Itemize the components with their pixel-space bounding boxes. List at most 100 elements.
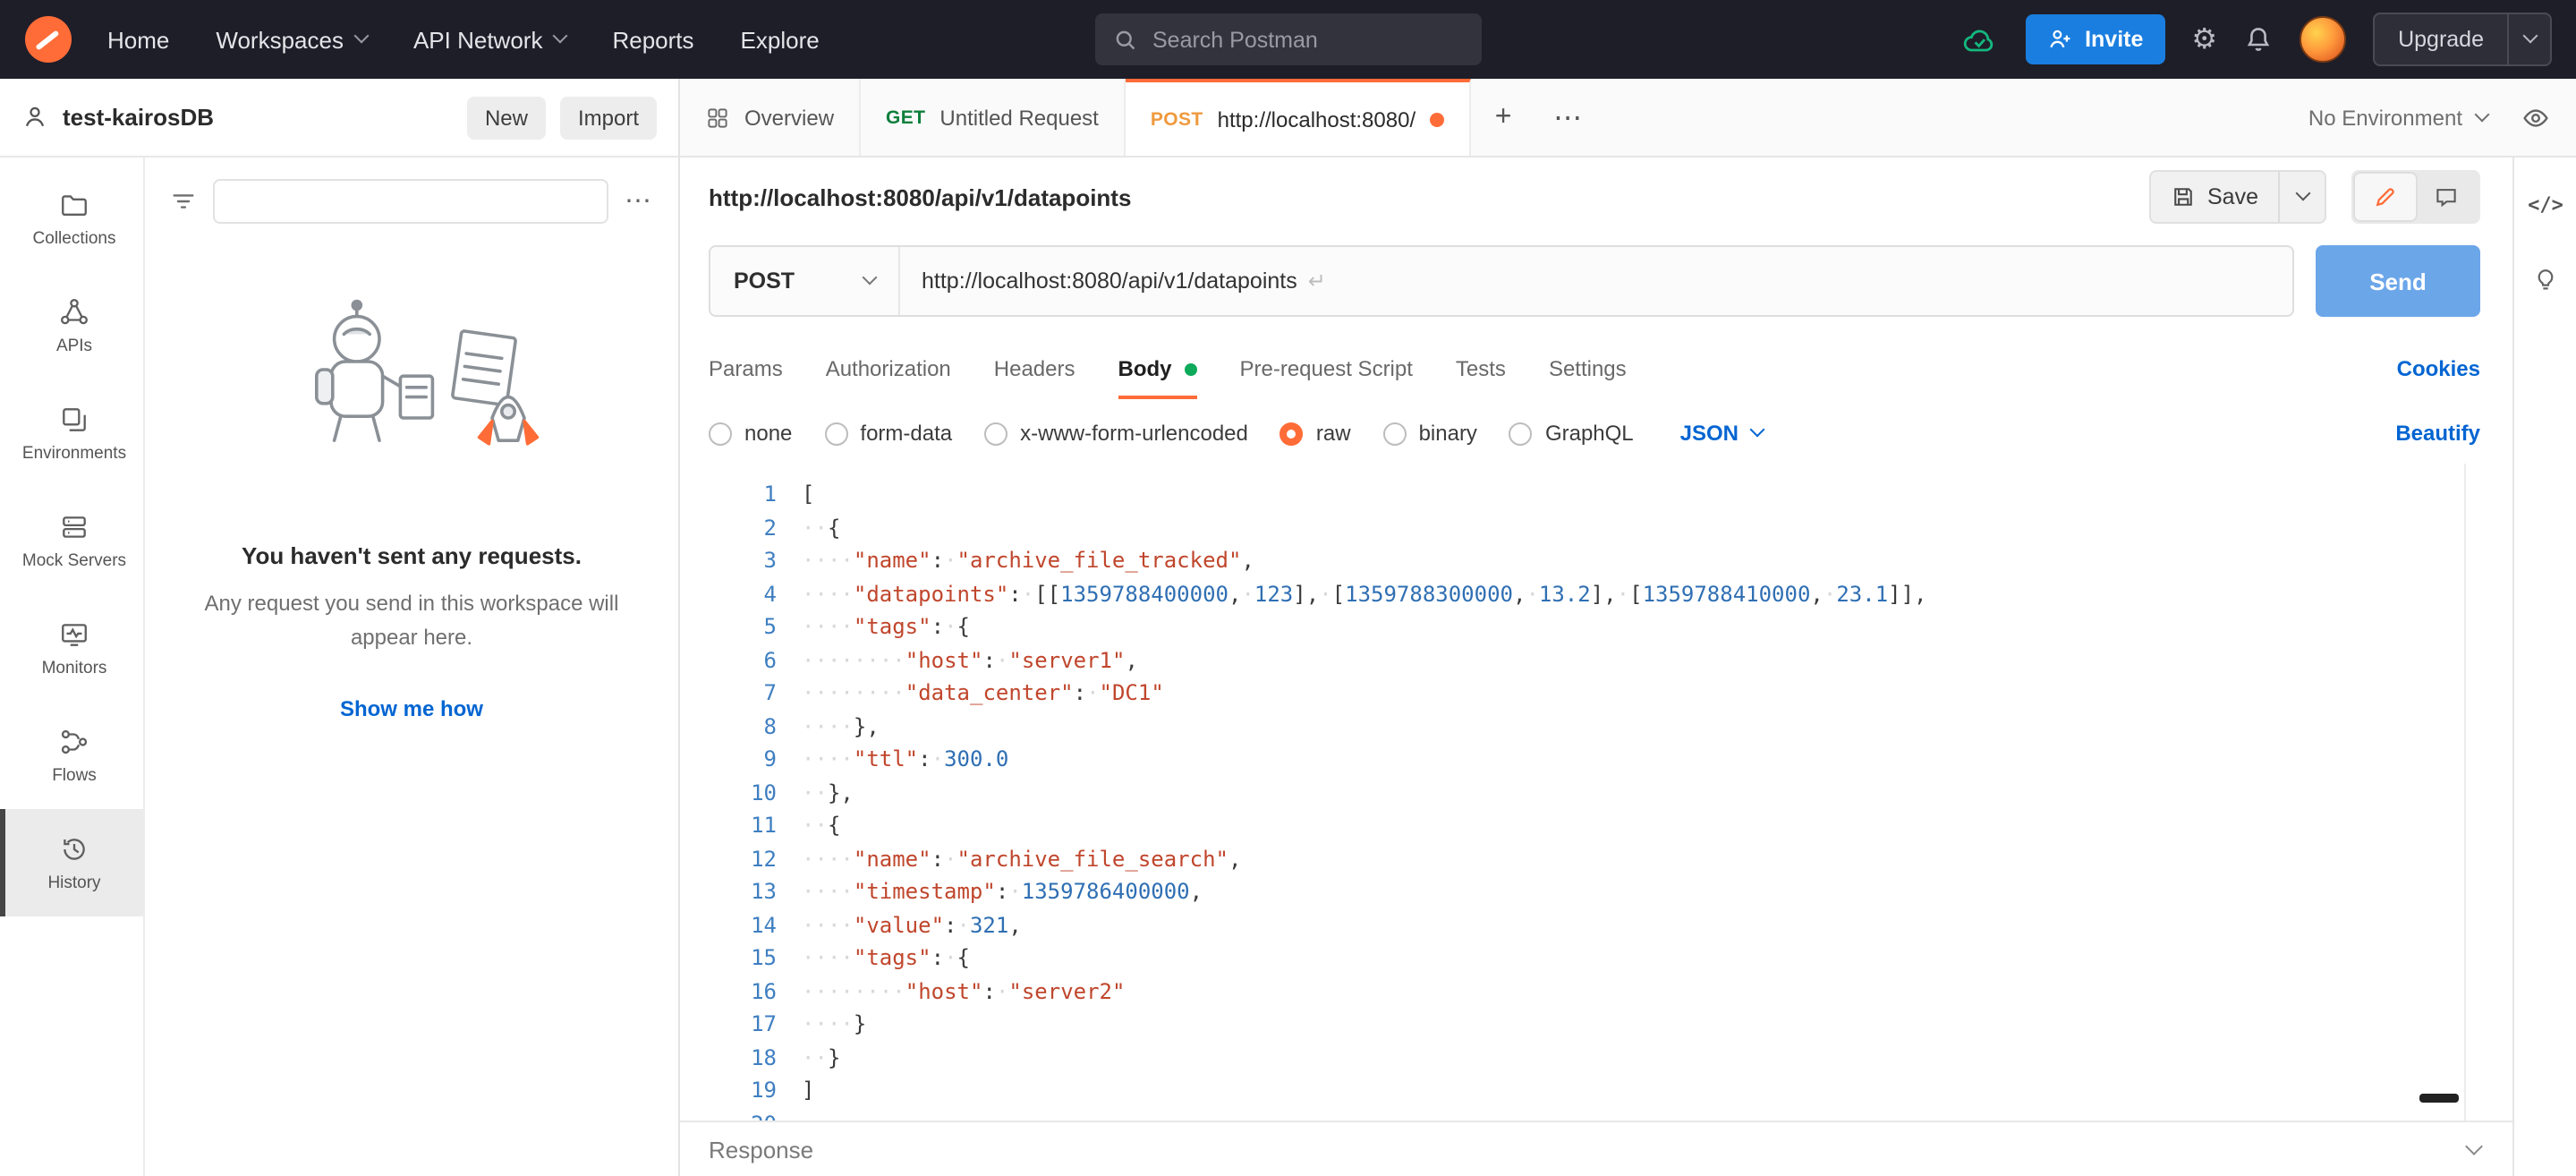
subtab-authorization[interactable]: Authorization: [826, 335, 951, 403]
tab-http-localhost-8080[interactable]: POSThttp://localhost:8080/: [1126, 79, 1471, 156]
mode-none[interactable]: none: [709, 421, 792, 446]
tab-untitled-request[interactable]: GETUntitled Request: [861, 79, 1126, 156]
avatar[interactable]: [2300, 16, 2346, 63]
subtab-headers[interactable]: Headers: [994, 335, 1075, 403]
invite-button[interactable]: Invite: [2026, 14, 2164, 64]
sidebar-more-options-button[interactable]: ⋯: [625, 188, 653, 215]
environment-selector[interactable]: No Environment: [2308, 105, 2487, 130]
tab-method-label: POST: [1151, 108, 1203, 130]
code-line[interactable]: ····"tags":·{: [802, 610, 2464, 643]
main-lower: http://localhost:8080/api/v1/datapoints …: [680, 158, 2576, 1176]
comment-button[interactable]: [2416, 174, 2477, 220]
line-number: 7: [709, 677, 777, 710]
empty-state-title: You haven't sent any requests.: [242, 542, 582, 569]
subtab-body[interactable]: Body: [1118, 335, 1197, 403]
mode-binary[interactable]: binary: [1383, 421, 1477, 446]
radio-icon: [1383, 422, 1407, 445]
sync-status-icon[interactable]: [1961, 26, 1999, 53]
line-number: 17: [709, 1008, 777, 1041]
language-selector[interactable]: JSON: [1680, 421, 1762, 446]
code-line[interactable]: ········"data_center":·"DC1": [802, 677, 2464, 710]
upgrade-button[interactable]: Upgrade: [2373, 13, 2552, 66]
url-input[interactable]: http://localhost:8080/api/v1/datapoints …: [900, 247, 1348, 315]
method-selector[interactable]: POST: [710, 247, 900, 315]
code-line[interactable]: ····"value":·321,: [802, 908, 2464, 942]
code-line[interactable]: ········"host":·"server2": [802, 975, 2464, 1008]
upgrade-caret-button[interactable]: [2507, 14, 2550, 64]
subtab-pre-request-script[interactable]: Pre-request Script: [1240, 335, 1413, 403]
editor-code[interactable]: [··{····"name":·"archive_file_tracked",·…: [777, 478, 2464, 1121]
save-button[interactable]: Save: [2150, 172, 2278, 222]
code-line[interactable]: [: [802, 478, 2464, 511]
rail-item-history[interactable]: History: [0, 809, 143, 916]
mode-x-www-form-urlencoded[interactable]: x-www-form-urlencoded: [984, 421, 1248, 446]
editor-scrollbar-thumb[interactable]: [2419, 1094, 2459, 1103]
rail-item-apis[interactable]: APIs: [0, 272, 143, 379]
rail-item-mock-servers[interactable]: Mock Servers: [0, 487, 143, 594]
code-line[interactable]: ····}: [802, 1008, 2464, 1041]
rail-item-flows[interactable]: Flows: [0, 702, 143, 809]
mode-raw[interactable]: raw: [1280, 421, 1351, 446]
monitors-icon: [59, 618, 89, 649]
settings-gear-icon[interactable]: ⚙: [2191, 25, 2217, 54]
rail-item-monitors[interactable]: Monitors: [0, 594, 143, 702]
code-line[interactable]: ··}: [802, 1041, 2464, 1074]
code-line[interactable]: ····"name":·"archive_file_search",: [802, 842, 2464, 875]
code-line[interactable]: ····"name":·"archive_file_tracked",: [802, 544, 2464, 577]
code-line[interactable]: ··},: [802, 776, 2464, 809]
code-line[interactable]: ····"timestamp":·1359786400000,: [802, 875, 2464, 908]
nav-workspaces[interactable]: Workspaces: [216, 26, 367, 53]
mode-form-data[interactable]: form-data: [824, 421, 952, 446]
postman-logo[interactable]: [25, 16, 72, 63]
response-collapse-button[interactable]: [2468, 1133, 2480, 1165]
code-line[interactable]: ··{: [802, 511, 2464, 544]
tab-overview[interactable]: Overview: [680, 79, 861, 156]
return-mark-icon: ↵: [1308, 268, 1326, 294]
show-me-how-link[interactable]: Show me how: [340, 696, 483, 721]
code-snippet-icon[interactable]: </>: [2528, 193, 2563, 217]
import-button[interactable]: Import: [560, 96, 657, 139]
code-line[interactable]: [802, 1107, 2464, 1121]
history-filter-input[interactable]: [213, 179, 608, 224]
code-line[interactable]: ········"host":·"server1",: [802, 643, 2464, 677]
code-line[interactable]: ]: [802, 1074, 2464, 1107]
nav-home[interactable]: Home: [107, 26, 169, 53]
code-line[interactable]: ····"ttl":·300.0: [802, 743, 2464, 776]
subtab-params[interactable]: Params: [709, 335, 783, 403]
tab-method-label: GET: [886, 107, 925, 128]
rail-label: Flows: [52, 765, 97, 785]
global-search[interactable]: Search Postman: [1095, 13, 1482, 65]
code-line[interactable]: ····"tags":·{: [802, 942, 2464, 975]
sidebar-rail: CollectionsAPIsEnvironmentsMock ServersM…: [0, 158, 145, 1176]
add-tab-button[interactable]: +: [1471, 79, 1535, 156]
code-line[interactable]: ····},: [802, 710, 2464, 743]
response-bar[interactable]: Response: [680, 1121, 2512, 1176]
workspace-name[interactable]: test-kairosDB: [63, 104, 214, 131]
new-button[interactable]: New: [467, 96, 546, 139]
body-filled-dot: [1185, 362, 1197, 375]
mode-graphql[interactable]: GraphQL: [1509, 421, 1634, 446]
code-line[interactable]: ····"datapoints":·[[1359788400000,·123],…: [802, 577, 2464, 610]
sidebar-content: ⋯: [145, 158, 678, 1176]
rail-item-collections[interactable]: Collections: [0, 165, 143, 272]
subtab-tests[interactable]: Tests: [1456, 335, 1506, 403]
body-editor[interactable]: 1234567891011121314151617181920 [··{····…: [709, 464, 2466, 1121]
send-button[interactable]: Send: [2316, 245, 2480, 317]
edit-button[interactable]: [2355, 174, 2416, 220]
cookies-link[interactable]: Cookies: [2397, 356, 2480, 381]
subtab-settings[interactable]: Settings: [1549, 335, 1627, 403]
nav-api-network[interactable]: API Network: [413, 26, 566, 53]
workspace-user-icon: [21, 104, 48, 131]
notifications-bell-icon[interactable]: [2244, 25, 2273, 54]
nav-reports[interactable]: Reports: [612, 26, 693, 53]
hint-lightbulb-icon[interactable]: [2532, 267, 2559, 303]
rail-item-environments[interactable]: Environments: [0, 379, 143, 487]
environment-quick-look-button[interactable]: [2512, 94, 2559, 141]
chevron-down-icon: [2295, 186, 2310, 201]
beautify-link[interactable]: Beautify: [2395, 421, 2480, 446]
tab-options-button[interactable]: ⋯: [1535, 79, 1600, 156]
save-options-button[interactable]: [2278, 172, 2325, 222]
code-line[interactable]: ··{: [802, 809, 2464, 842]
flows-icon: [59, 726, 89, 756]
nav-explore[interactable]: Explore: [741, 26, 820, 53]
